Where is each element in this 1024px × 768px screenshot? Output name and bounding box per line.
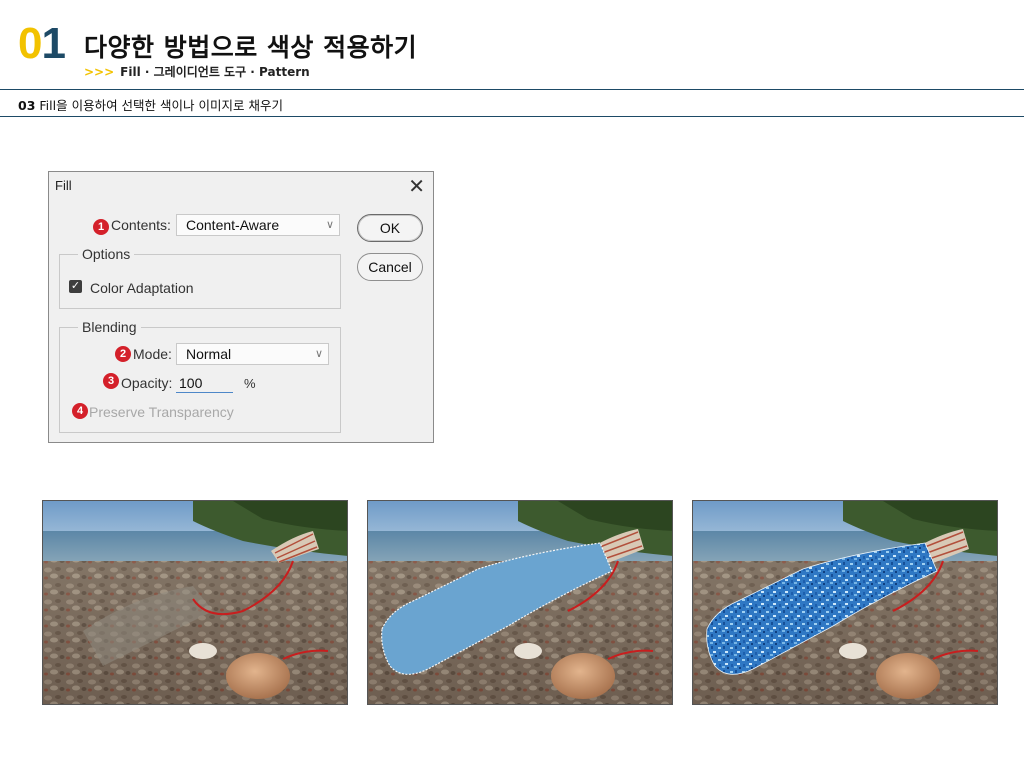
chapter-subtitle: >>> Fill · 그레이디언트 도구 · Pattern bbox=[84, 63, 310, 80]
chevron-down-icon: ∨ bbox=[325, 219, 334, 231]
mode-select[interactable]: Normal ∨ bbox=[176, 343, 329, 365]
section-number: 03 bbox=[18, 98, 36, 113]
preserve-transparency-label: Preserve Transparency bbox=[89, 404, 234, 420]
subtitle-arrows: >>> bbox=[84, 65, 115, 79]
cancel-button[interactable]: Cancel bbox=[357, 253, 423, 281]
section-title: Fill을 이용하여 선택한 색이나 이미지로 채우기 bbox=[39, 98, 283, 113]
mode-label: Mode: bbox=[133, 346, 172, 362]
dialog-title: Fill bbox=[55, 178, 72, 193]
ok-button[interactable]: OK bbox=[357, 214, 423, 242]
chapter-digit-0: 0 bbox=[18, 19, 43, 68]
chapter-digit-1: 1 bbox=[41, 19, 66, 68]
contents-value: Content-Aware bbox=[186, 217, 280, 233]
step-badge-4: 4 bbox=[72, 403, 88, 419]
fill-dialog: Fill ✕ 1 Contents: Content-Aware ∨ OK Ca… bbox=[48, 171, 434, 443]
header-rule-bottom bbox=[0, 116, 1024, 117]
options-title: Options bbox=[78, 246, 135, 262]
photo-content-aware-result bbox=[42, 500, 348, 705]
step-badge-1: 1 bbox=[93, 219, 109, 235]
step-badge-3: 3 bbox=[103, 373, 119, 389]
contents-select[interactable]: Content-Aware ∨ bbox=[176, 214, 340, 236]
chapter-title: 다양한 방법으로 색상 적용하기 bbox=[84, 33, 418, 62]
subtitle-text: Fill · 그레이디언트 도구 · Pattern bbox=[120, 65, 310, 79]
photo-color-fill-result bbox=[367, 500, 673, 705]
color-adaptation-checkbox[interactable]: ✓ bbox=[69, 280, 82, 293]
opacity-input[interactable] bbox=[176, 373, 233, 393]
chapter-number: 01 bbox=[18, 19, 66, 68]
opacity-label: Opacity: bbox=[121, 375, 173, 391]
mode-value: Normal bbox=[186, 346, 232, 362]
chevron-down-icon: ∨ bbox=[314, 348, 323, 360]
close-icon[interactable]: ✕ bbox=[408, 174, 425, 199]
blending-title: Blending bbox=[78, 319, 141, 335]
step-badge-2: 2 bbox=[115, 346, 131, 362]
opacity-unit: % bbox=[244, 376, 256, 391]
section-heading: 03 Fill을 이용하여 선택한 색이나 이미지로 채우기 bbox=[18, 95, 283, 114]
contents-label: Contents: bbox=[111, 217, 171, 233]
color-adaptation-label: Color Adaptation bbox=[90, 280, 194, 296]
header-rule-top bbox=[0, 89, 1024, 90]
photo-pattern-fill-result bbox=[692, 500, 998, 705]
